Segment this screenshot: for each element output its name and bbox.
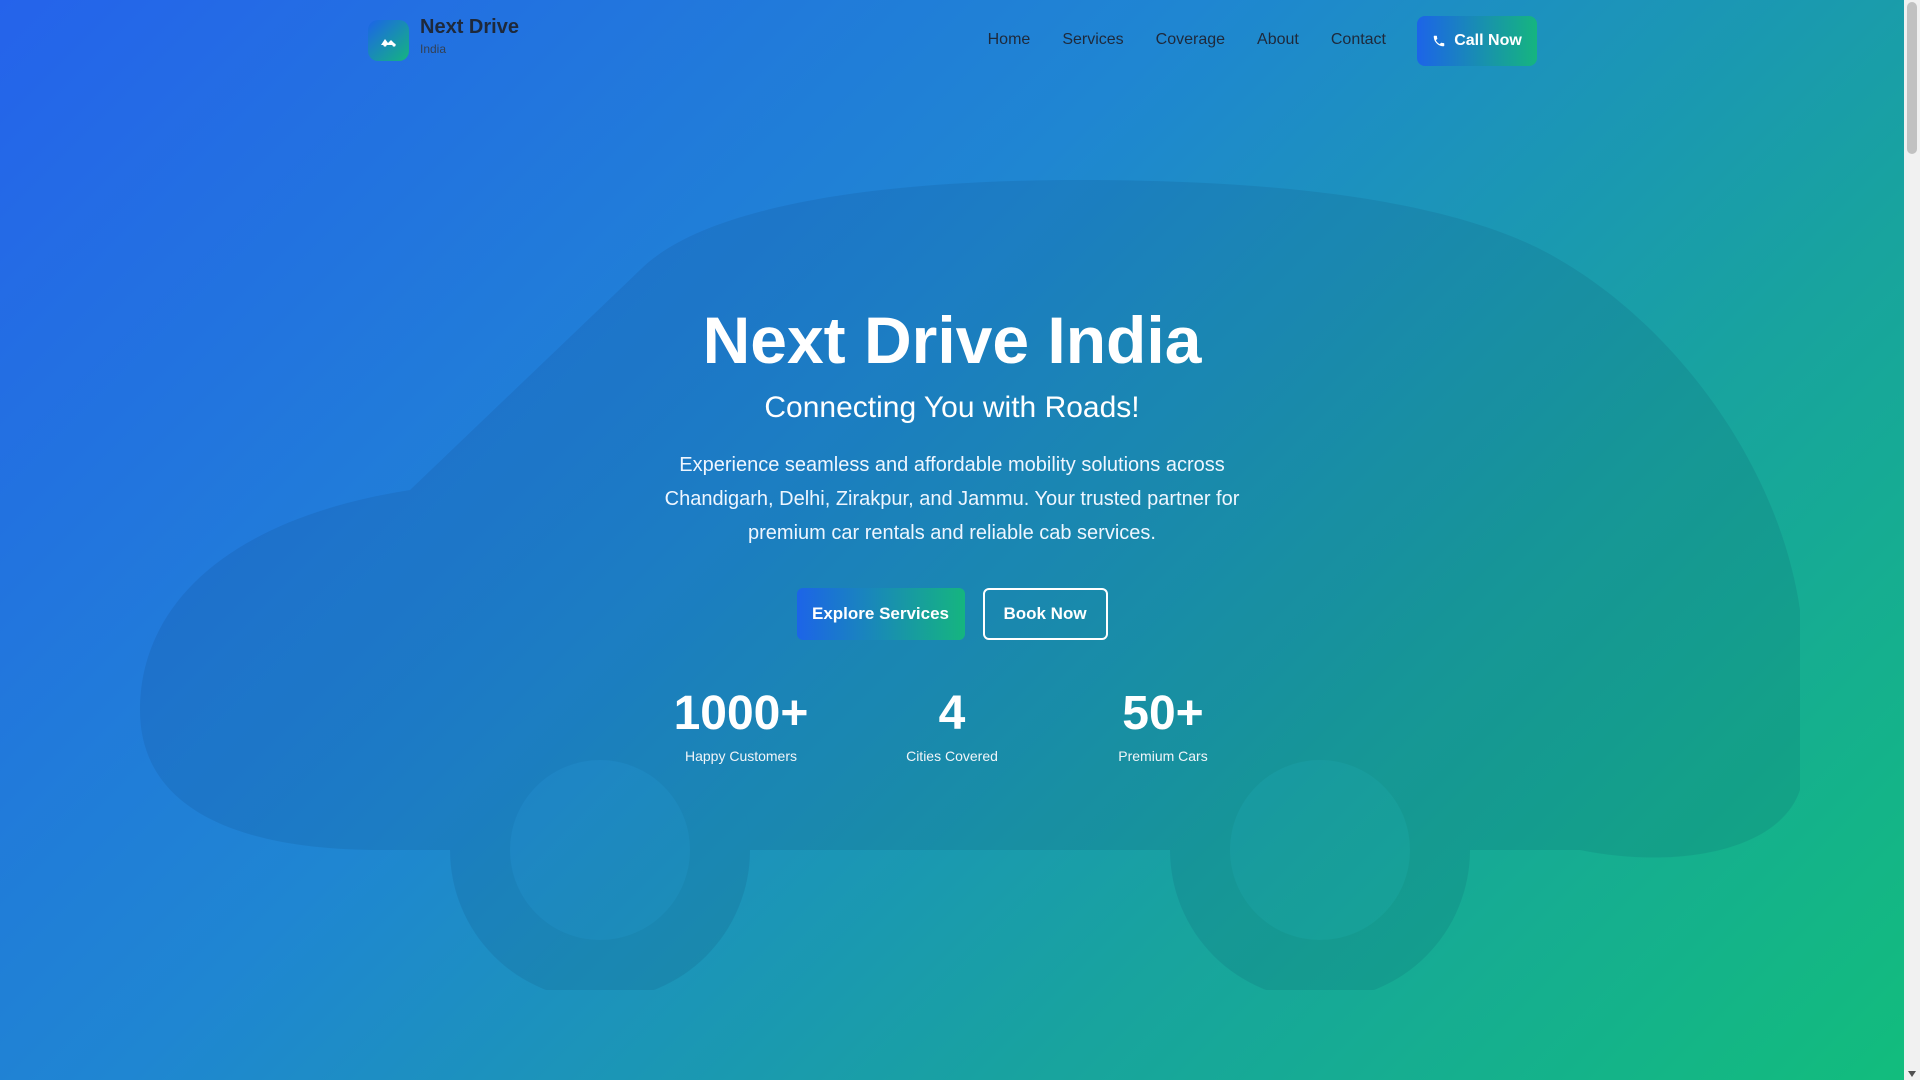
vertical-scrollbar[interactable] [1904, 0, 1920, 1080]
hero-section: Next Drive India Connecting You with Roa… [0, 300, 1904, 764]
stat-value: 4 [938, 687, 966, 740]
stat-cities-covered: 4 Cities Covered [847, 686, 1058, 764]
stat-label: Happy Customers [684, 748, 798, 764]
phone-icon [1433, 35, 1445, 47]
book-now-button[interactable]: Book Now [982, 588, 1108, 640]
hero-title: Next Drive India [702, 303, 1202, 377]
scroll-down-arrow-icon[interactable] [1908, 1071, 1916, 1077]
nav-services[interactable]: Services [1062, 31, 1123, 49]
scrollbar-thumb[interactable] [1907, 2, 1917, 154]
stat-happy-customers: 1000+ Happy Customers [636, 686, 847, 764]
nav-home[interactable]: Home [988, 31, 1031, 49]
explore-services-button[interactable]: Explore Services [796, 588, 965, 640]
call-now-button[interactable]: Call Now [1417, 16, 1537, 66]
site-header: Next Drive India Home Services Coverage … [0, 0, 1904, 80]
brand[interactable]: Next Drive India [368, 14, 519, 61]
nav-about[interactable]: About [1257, 31, 1299, 49]
nav-contact[interactable]: Contact [1331, 31, 1386, 49]
stats-row: 1000+ Happy Customers 4 Cities Covered 5… [0, 686, 1904, 764]
stat-label: Premium Cars [1118, 748, 1208, 764]
nav-coverage[interactable]: Coverage [1156, 31, 1225, 49]
brand-subtitle: India [420, 42, 447, 56]
stat-value: 1000+ [673, 687, 809, 740]
page: Next Drive India Home Services Coverage … [0, 0, 1920, 1080]
brand-name: Next Drive [420, 16, 519, 38]
car-icon [368, 20, 409, 61]
hero-description: Experience seamless and affordable mobil… [664, 454, 1240, 544]
hero-subtitle: Connecting You with Roads! [764, 391, 1140, 424]
call-now-label: Call Now [1454, 32, 1522, 49]
stat-value: 50+ [1122, 687, 1204, 740]
hero-buttons: Explore Services Book Now [0, 588, 1904, 640]
main-nav: Home Services Coverage About Contact [988, 0, 1386, 80]
stat-label: Cities Covered [906, 748, 998, 764]
stat-premium-cars: 50+ Premium Cars [1058, 686, 1269, 764]
